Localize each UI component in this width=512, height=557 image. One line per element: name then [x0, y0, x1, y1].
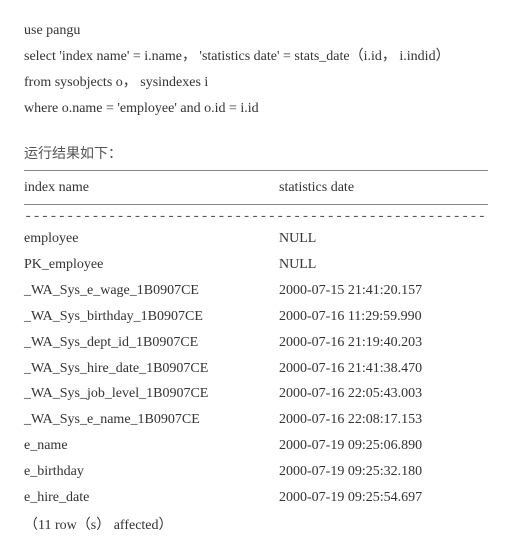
cell-index-name: _WA_Sys_e_wage_1B0907CE — [24, 278, 279, 304]
table-row: PK_employee NULL — [24, 252, 488, 278]
cell-index-name: e_name — [24, 433, 279, 459]
cell-statistics-date: NULL — [279, 252, 488, 278]
cell-index-name: _WA_Sys_e_name_1B0907CE — [24, 407, 279, 433]
cell-index-name: _WA_Sys_birthday_1B0907CE — [24, 304, 279, 330]
cell-statistics-date: 2000-07-19 09:25:06.890 — [279, 433, 488, 459]
cell-index-name: _WA_Sys_job_level_1B0907CE — [24, 381, 279, 407]
table-row: e_name2000-07-19 09:25:06.890 — [24, 433, 488, 459]
table-row: employeeNULL — [24, 226, 488, 252]
table-row: _WA_Sys_job_level_1B0907CE 2000-07-16 22… — [24, 381, 488, 407]
header-statistics-date: statistics date — [279, 175, 488, 201]
cell-statistics-date: 2000-07-16 21:41:38.470 — [279, 356, 488, 382]
cell-index-name: employee — [24, 226, 279, 252]
divider — [24, 204, 488, 205]
cell-statistics-date: 2000-07-19 09:25:32.180 — [279, 459, 488, 485]
cell-statistics-date: 2000-07-19 09:25:54.697 — [279, 485, 488, 511]
cell-index-name: e_birthday — [24, 459, 279, 485]
cell-statistics-date: NULL — [279, 226, 488, 252]
code-line: select 'index name' = i.name， 'statistic… — [24, 44, 488, 70]
table-row: _WA_Sys_hire_date_1B0907CE 2000-07-16 21… — [24, 356, 488, 382]
result-header: index name statistics date — [24, 175, 488, 201]
dash-separator: ----------------------------------------… — [24, 209, 488, 226]
cell-index-name: PK_employee — [24, 252, 279, 278]
sql-code-block: use pangu select 'index name' = i.name， … — [24, 18, 488, 122]
result-rows: employeeNULLPK_employee NULL_WA_Sys_e_wa… — [24, 226, 488, 511]
rows-affected: （11 row（s） affected） — [24, 513, 488, 539]
cell-statistics-date: 2000-07-16 22:05:43.003 — [279, 381, 488, 407]
cell-index-name: _WA_Sys_hire_date_1B0907CE — [24, 356, 279, 382]
table-row: e_hire_date2000-07-19 09:25:54.697 — [24, 485, 488, 511]
cell-statistics-date: 2000-07-16 21:19:40.203 — [279, 330, 488, 356]
code-line: where o.name = 'employee' and o.id = i.i… — [24, 96, 488, 122]
table-row: _WA_Sys_birthday_1B0907CE2000-07-16 11:2… — [24, 304, 488, 330]
cell-statistics-date: 2000-07-16 11:29:59.990 — [279, 304, 488, 330]
table-row: _WA_Sys_dept_id_1B0907CE2000-07-16 21:19… — [24, 330, 488, 356]
cell-statistics-date: 2000-07-15 21:41:20.157 — [279, 278, 488, 304]
table-row: _WA_Sys_e_wage_1B0907CE2000-07-15 21:41:… — [24, 278, 488, 304]
table-row: e_birthday 2000-07-19 09:25:32.180 — [24, 459, 488, 485]
cell-statistics-date: 2000-07-16 22:08:17.153 — [279, 407, 488, 433]
divider — [24, 170, 488, 171]
code-line: from sysobjects o， sysindexes i — [24, 70, 488, 96]
cell-index-name: e_hire_date — [24, 485, 279, 511]
table-row: _WA_Sys_e_name_1B0907CE2000-07-16 22:08:… — [24, 407, 488, 433]
cell-index-name: _WA_Sys_dept_id_1B0907CE — [24, 330, 279, 356]
result-label: 运行结果如下： — [24, 142, 488, 168]
header-index-name: index name — [24, 175, 279, 201]
code-line: use pangu — [24, 18, 488, 44]
